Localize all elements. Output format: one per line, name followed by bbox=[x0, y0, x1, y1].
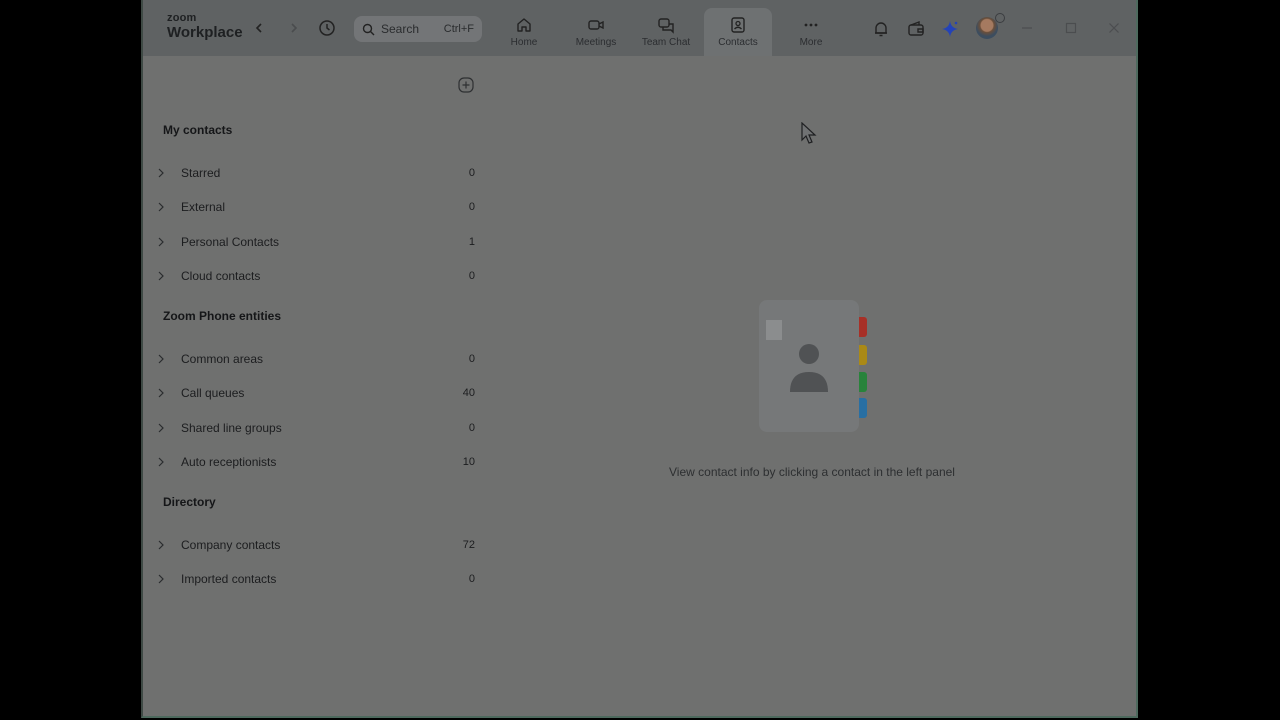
contact-group-external[interactable]: External 0 bbox=[155, 194, 475, 220]
chevron-left-icon bbox=[255, 23, 262, 33]
chevron-right-icon bbox=[155, 539, 167, 551]
chat-icon bbox=[658, 18, 674, 34]
chevron-right-icon bbox=[155, 167, 167, 179]
book-tab-yellow bbox=[859, 345, 867, 365]
search-box[interactable]: Search Ctrl+F bbox=[354, 16, 482, 42]
chevron-right-icon bbox=[155, 201, 167, 213]
contacts-icon bbox=[731, 17, 745, 33]
bell-icon bbox=[875, 22, 887, 37]
more-icon bbox=[804, 23, 818, 27]
group-count: 0 bbox=[468, 422, 475, 434]
mouse-pointer-icon bbox=[801, 122, 817, 144]
logo-line1: zoom bbox=[167, 12, 197, 24]
group-label: Call queues bbox=[181, 386, 245, 400]
contact-group-personal[interactable]: Personal Contacts 1 bbox=[155, 229, 475, 255]
zoom-window: zoom Workplace Search Ctrl+F Home Meetin… bbox=[141, 0, 1138, 718]
group-label: External bbox=[181, 200, 226, 214]
search-placeholder: Search bbox=[381, 22, 420, 36]
group-label: Company contacts bbox=[181, 538, 281, 552]
group-label: Starred bbox=[181, 166, 221, 180]
tab-meetings-label: Meetings bbox=[575, 37, 617, 48]
video-icon bbox=[588, 20, 604, 30]
chevron-right-icon bbox=[291, 23, 298, 33]
group-count: 0 bbox=[468, 573, 475, 585]
chevron-right-icon bbox=[155, 270, 167, 282]
group-count: 0 bbox=[468, 270, 475, 282]
ai-companion-button[interactable] bbox=[939, 18, 961, 40]
forward-button[interactable] bbox=[284, 18, 304, 38]
group-count: 1 bbox=[468, 236, 475, 248]
chevron-right-icon bbox=[155, 387, 167, 399]
contact-group-shared-line-groups[interactable]: Shared line groups 0 bbox=[155, 415, 475, 441]
group-label: Personal Contacts bbox=[181, 235, 280, 249]
empty-state-message: View contact info by clicking a contact … bbox=[669, 465, 955, 479]
close-button[interactable] bbox=[1104, 18, 1124, 38]
contact-group-call-queues[interactable]: Call queues 40 bbox=[155, 380, 475, 406]
maximize-button[interactable] bbox=[1061, 18, 1081, 38]
wallet-button[interactable] bbox=[905, 18, 927, 40]
contact-group-imported[interactable]: Imported contacts 0 bbox=[155, 566, 475, 592]
back-button[interactable] bbox=[249, 18, 269, 38]
close-icon bbox=[1109, 23, 1119, 33]
contact-group-common-areas[interactable]: Common areas 0 bbox=[155, 346, 475, 372]
group-label: Cloud contacts bbox=[181, 269, 261, 283]
book-tab-blue bbox=[859, 398, 867, 418]
chevron-right-icon bbox=[155, 456, 167, 468]
tab-more[interactable]: More bbox=[793, 8, 829, 56]
app-logo: zoom Workplace bbox=[167, 12, 243, 41]
tab-team-chat-label: Team Chat bbox=[641, 37, 691, 48]
avatar[interactable] bbox=[976, 13, 1005, 39]
tab-team-chat[interactable]: Team Chat bbox=[640, 8, 692, 56]
maximize-icon bbox=[1065, 22, 1077, 34]
contacts-panel: My contacts Starred 0 External 0 Persona… bbox=[143, 56, 483, 716]
contact-group-cloud[interactable]: Cloud contacts 0 bbox=[155, 263, 475, 289]
group-label: Common areas bbox=[181, 352, 264, 366]
tab-contacts-label: Contacts bbox=[718, 37, 758, 48]
add-icon bbox=[458, 77, 474, 93]
chevron-right-icon bbox=[155, 573, 167, 585]
book-tab-red bbox=[859, 317, 867, 337]
group-count: 0 bbox=[468, 167, 475, 179]
contact-group-starred[interactable]: Starred 0 bbox=[155, 160, 475, 186]
history-button[interactable] bbox=[317, 18, 337, 38]
history-icon bbox=[319, 20, 335, 36]
person-silhouette-icon bbox=[790, 344, 828, 392]
group-label: Auto receptionists bbox=[181, 455, 277, 469]
notifications-button[interactable] bbox=[870, 18, 892, 40]
section-my-contacts: My contacts bbox=[163, 123, 233, 137]
section-directory: Directory bbox=[163, 495, 216, 509]
tab-home[interactable]: Home bbox=[505, 8, 543, 56]
section-zoom-phone-entities: Zoom Phone entities bbox=[163, 309, 282, 323]
contact-group-auto-receptionists[interactable]: Auto receptionists 10 bbox=[155, 449, 475, 475]
book-tab-green bbox=[859, 372, 867, 392]
group-label: Imported contacts bbox=[181, 572, 277, 586]
search-shortcut: Ctrl+F bbox=[443, 23, 474, 35]
tab-home-label: Home bbox=[510, 37, 538, 48]
address-book-icon bbox=[759, 300, 859, 432]
group-label: Shared line groups bbox=[181, 421, 282, 435]
minimize-button[interactable] bbox=[1017, 18, 1037, 38]
group-count: 10 bbox=[462, 456, 475, 468]
tab-contacts[interactable]: Contacts bbox=[704, 8, 772, 56]
home-icon bbox=[517, 18, 531, 32]
chevron-right-icon bbox=[155, 236, 167, 248]
tab-more-label: More bbox=[799, 37, 823, 48]
search-icon bbox=[362, 23, 375, 35]
sparkle-icon bbox=[942, 21, 958, 37]
group-count: 72 bbox=[462, 539, 475, 551]
group-count: 40 bbox=[462, 387, 475, 399]
contact-group-company[interactable]: Company contacts 72 bbox=[155, 532, 475, 558]
group-count: 0 bbox=[468, 201, 475, 213]
group-count: 0 bbox=[468, 353, 475, 365]
title-bar: zoom Workplace Search Ctrl+F Home Meetin… bbox=[143, 0, 1136, 56]
tab-meetings[interactable]: Meetings bbox=[571, 8, 621, 56]
logo-line2: Workplace bbox=[167, 24, 243, 41]
status-badge bbox=[995, 13, 1005, 23]
add-contact-button[interactable] bbox=[457, 76, 475, 94]
chevron-right-icon bbox=[155, 422, 167, 434]
chevron-right-icon bbox=[155, 353, 167, 365]
minimize-icon bbox=[1022, 27, 1032, 29]
wallet-icon bbox=[908, 20, 924, 36]
